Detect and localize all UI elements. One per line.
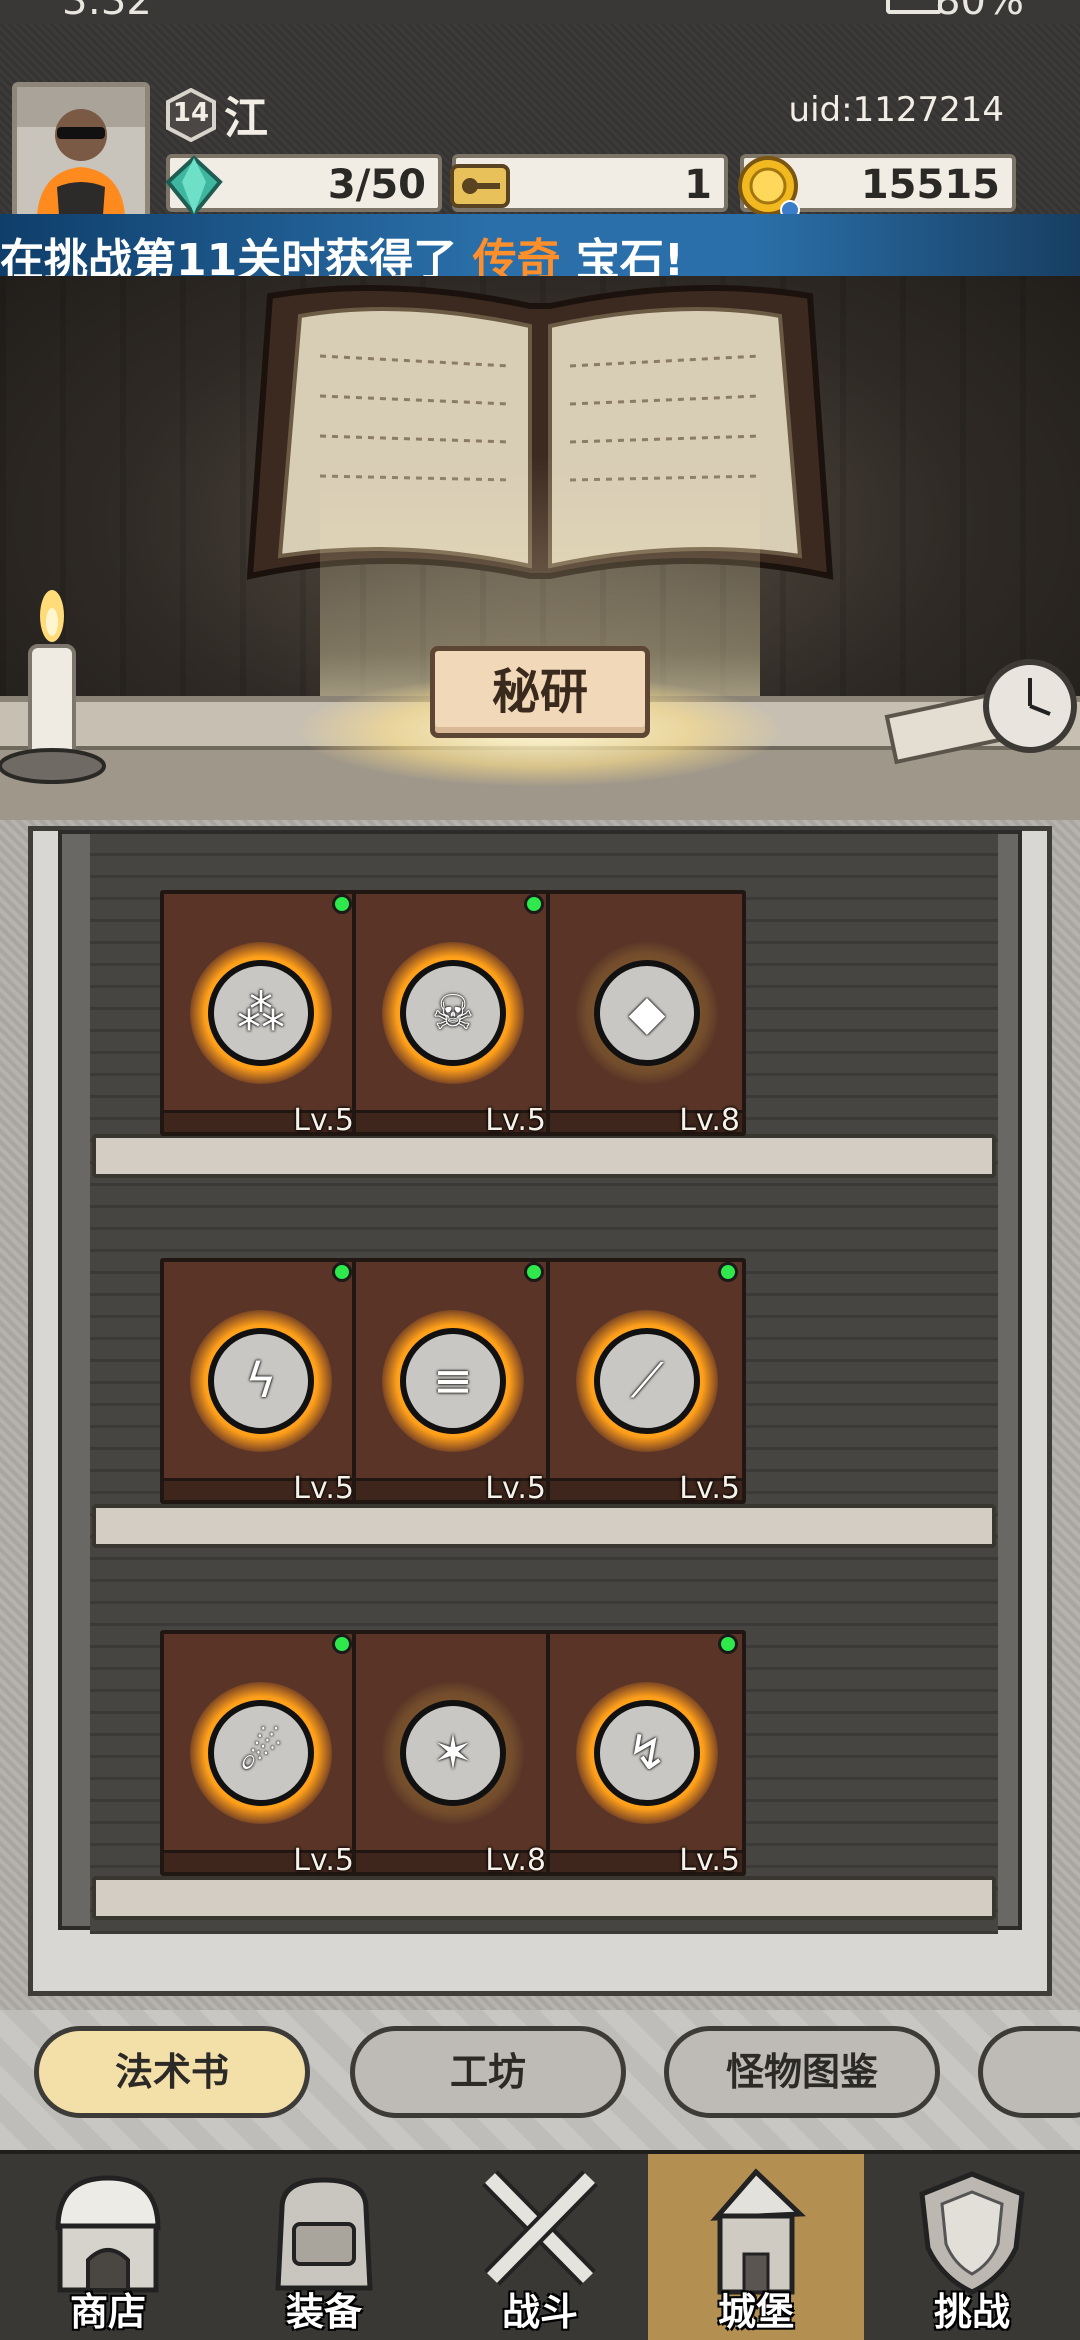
spellbook-card[interactable]: ⁂ Lv.5 [160,890,360,1138]
spellbook-card[interactable]: ↯ Lv.5 [546,1630,746,1878]
bottom-navigation: 商店 装备 战斗 城堡 挑战 [0,2150,1080,2340]
upgrade-available-dot [332,1262,352,1282]
avatar[interactable] [12,82,150,220]
upgrade-available-dot [332,1634,352,1654]
battery-percent: 80% [935,0,1024,24]
spellbook-card[interactable]: ✶ Lv.8 [352,1630,552,1878]
nav-castle[interactable]: 城堡 [648,2154,864,2340]
spell-level: Lv.5 [679,1471,740,1506]
spell-ring: ◆ [576,942,718,1084]
nav-battle[interactable]: 战斗 [432,2154,648,2340]
gem-value: 3/50 [327,162,426,208]
tab-monster-codex[interactable]: 怪物图鉴 [664,2026,940,2118]
skull-icon: ☠ [431,985,475,1041]
shield-icon [919,2171,1025,2295]
cabinet-interior: ⁂ Lv.5 ☠ Lv.5 ◆ Lv.8 ϟ Lv.5 ≡ Lv.5 ⟋ Lv.5 ☄ Lv.5 ✶ Lv.8… [58,830,1022,1934]
player-header: 14 江 uid:1127214 3/50 1 15515 在挑战第11关时获得… [0,24,1080,300]
spellbook-card[interactable]: ⟋ Lv.5 [546,1258,746,1506]
spell-ring: ↯ [576,1682,718,1824]
spell-ring: ϟ [190,1310,332,1452]
nav-shop-label: 商店 [69,2290,146,2334]
spellbook-card[interactable]: ϟ Lv.5 [160,1258,360,1506]
spell-level: Lv.5 [485,1103,546,1138]
nav-equipment-label: 装备 [285,2290,362,2334]
upgrade-available-dot [524,1262,544,1282]
spell-ring: ☠ [382,942,524,1084]
sub-tab-bar: 法术书 工坊 怪物图鉴 [0,2010,1080,2150]
crystal-cluster-icon: ✶ [432,1725,474,1781]
shelf-plank [92,1876,996,1920]
crossed-swords-icon [482,2170,598,2286]
shelf-plank [92,1134,996,1178]
spell-ring: ⁂ [190,942,332,1084]
tab-spellbooks[interactable]: 法术书 [34,2026,310,2118]
spell-level: Lv.5 [293,1103,354,1138]
nav-shop[interactable]: 商店 [0,2154,216,2340]
meteor-icon: ☄ [239,1725,283,1781]
spell-ring: ✶ [382,1682,524,1824]
slash-icon: ⟋ [630,1353,664,1409]
key-icon [450,164,510,208]
username: 江 [224,93,268,144]
tab-workshop[interactable]: 工坊 [350,2026,626,2118]
shelf-plank [92,1504,996,1548]
ice-bar-icon: ≡ [432,1353,474,1409]
shop-icon [55,2175,161,2293]
upgrade-available-dot [524,894,544,914]
spellbook-card[interactable]: ☄ Lv.5 [160,1630,360,1878]
uid-label: uid:1127214 [788,90,1004,130]
spell-ring: ☄ [190,1682,332,1824]
level-badge: 14 [164,88,218,142]
nav-battle-label: 战斗 [501,2290,578,2334]
spellbook-card[interactable]: ≡ Lv.5 [352,1258,552,1506]
battery-icon [886,0,942,14]
coin-value: 15515 [860,162,1000,208]
nav-castle-label: 城堡 [717,2290,794,2334]
level-number: 14 [172,98,210,128]
key-counter[interactable]: 1 [450,154,728,212]
nav-challenge-label: 挑战 [933,2290,1010,2334]
crystal-block-icon: ◆ [628,985,666,1041]
coin-icon [738,156,800,220]
spell-level: Lv.8 [679,1103,740,1138]
nav-equipment[interactable]: 装备 [216,2154,432,2340]
seeds-icon: ⁂ [237,985,285,1041]
candle-icon [0,590,106,784]
upgrade-available-dot [718,1262,738,1282]
clock: 3:32 [62,0,152,24]
gem-icon [165,155,223,218]
chain-lightning-icon: ↯ [626,1725,668,1781]
backpack-icon [275,2177,373,2291]
spell-ring: ⟋ [576,1310,718,1452]
spellbook-cabinet: ⁂ Lv.5 ☠ Lv.5 ◆ Lv.8 ϟ Lv.5 ≡ Lv.5 ⟋ Lv.5 ☄ Lv.5 ✶ Lv.8… [0,820,1080,2010]
spell-level: Lv.5 [679,1843,740,1878]
pocket-watch-icon [884,659,1077,765]
spellbook-card[interactable]: ◆ Lv.8 [546,890,746,1138]
upgrade-available-dot [718,1634,738,1654]
key-value: 1 [684,162,712,208]
status-bar: 3:32 80% [0,0,1080,24]
spell-level: Lv.5 [293,1471,354,1506]
spell-ring: ≡ [382,1310,524,1452]
research-button[interactable]: 秘研 [430,646,650,738]
research-scene: 秘研 [0,276,1080,820]
coin-counter[interactable]: 15515 [738,154,1016,220]
lightning-icon: ϟ [245,1353,277,1409]
tab-more[interactable] [978,2026,1080,2118]
castle-icon [710,2168,806,2295]
nav-challenge[interactable]: 挑战 [864,2154,1080,2340]
upgrade-available-dot [332,894,352,914]
spell-level: Lv.8 [485,1843,546,1878]
spell-level: Lv.5 [293,1843,354,1878]
gem-counter[interactable]: 3/50 [165,154,442,218]
spell-level: Lv.5 [485,1471,546,1506]
spellbook-card[interactable]: ☠ Lv.5 [352,890,552,1138]
